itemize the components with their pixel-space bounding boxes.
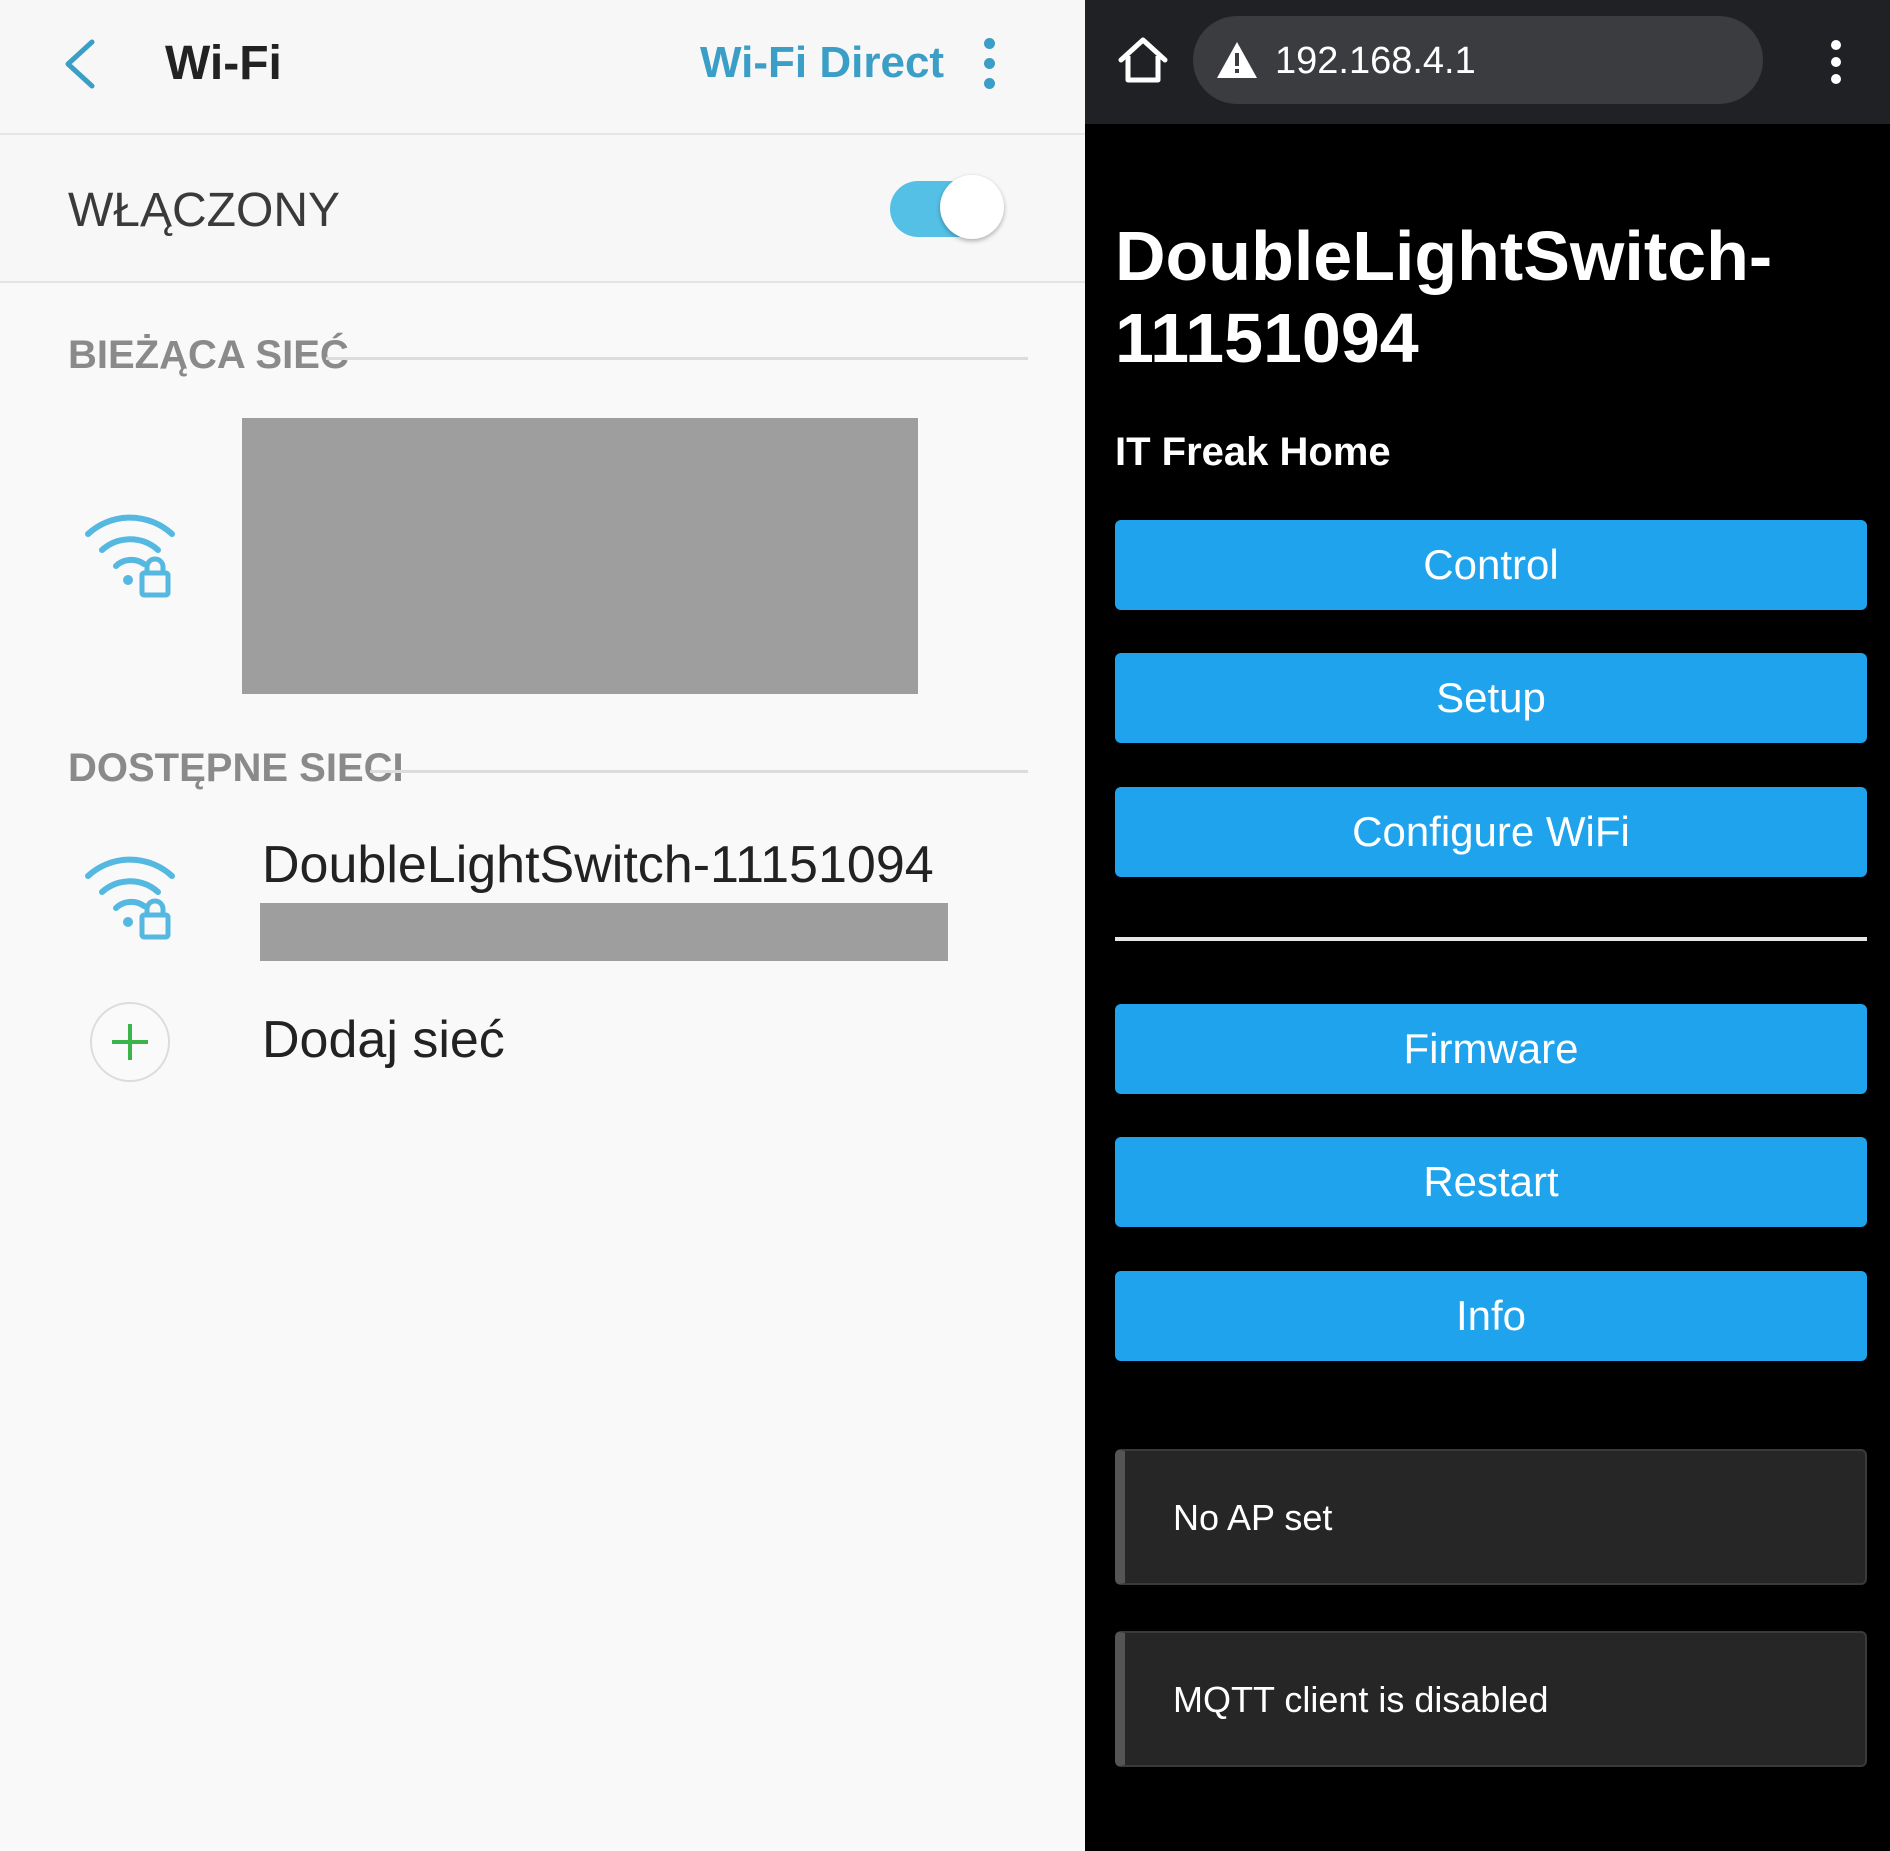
browser-screen: 192.168.4.1 DoubleLightSwitch-11151094 I… xyxy=(1085,0,1890,1851)
address-bar[interactable]: 192.168.4.1 xyxy=(1193,16,1763,104)
section-divider xyxy=(1115,937,1867,941)
plus-icon xyxy=(112,1024,148,1060)
control-button[interactable]: Control xyxy=(1115,520,1867,610)
wifi-lock-icon xyxy=(85,514,175,598)
back-button[interactable] xyxy=(50,28,120,98)
divider xyxy=(370,770,1028,773)
status-message: No AP set xyxy=(1115,1449,1867,1585)
warning-icon xyxy=(1217,42,1257,78)
available-networks-header-text: DOSTĘPNE SIECI xyxy=(68,746,404,790)
wifi-toggle-row[interactable]: WŁĄCZONY xyxy=(0,135,1085,283)
add-network-button[interactable]: Dodaj sieć xyxy=(0,990,1085,1100)
setup-button[interactable]: Setup xyxy=(1115,653,1867,743)
switch-thumb xyxy=(940,175,1004,239)
device-title: DoubleLightSwitch-11151094 xyxy=(1115,217,1773,377)
wifi-toggle-label: WŁĄCZONY xyxy=(68,184,341,237)
browser-toolbar: 192.168.4.1 xyxy=(1085,0,1890,124)
available-networks-header: DOSTĘPNE SIECI xyxy=(68,746,1028,796)
add-network-label: Dodaj sieć xyxy=(262,1011,505,1069)
wifi-lock-icon xyxy=(85,856,175,940)
screenshot: Wi-Fi Wi-Fi Direct WŁĄCZONY BIEŻĄCA SIEĆ xyxy=(0,0,1890,1851)
add-network-circle xyxy=(90,1002,170,1082)
browser-menu-button[interactable] xyxy=(1825,38,1849,88)
configure-wifi-button[interactable]: Configure WiFi xyxy=(1115,787,1867,877)
back-arrow-icon xyxy=(65,39,95,89)
more-options-button[interactable] xyxy=(975,36,1005,92)
home-icon xyxy=(1118,37,1168,83)
firmware-button[interactable]: Firmware xyxy=(1115,1004,1867,1094)
wifi-switch[interactable] xyxy=(890,175,1004,241)
restart-button[interactable]: Restart xyxy=(1115,1137,1867,1227)
home-button[interactable] xyxy=(1115,32,1171,88)
current-network-header: BIEŻĄCA SIEĆ xyxy=(68,333,1028,383)
info-button[interactable]: Info xyxy=(1115,1271,1867,1361)
wifi-direct-button[interactable]: Wi-Fi Direct xyxy=(700,38,944,88)
device-subtitle: IT Freak Home xyxy=(1115,430,1391,474)
redacted-network-status xyxy=(260,903,948,961)
url-text: 192.168.4.1 xyxy=(1275,40,1476,82)
status-message-text: No AP set xyxy=(1173,1497,1333,1538)
status-message-text: MQTT client is disabled xyxy=(1173,1679,1549,1720)
app-bar: Wi-Fi Wi-Fi Direct xyxy=(0,0,1085,135)
page-title: Wi-Fi xyxy=(165,37,282,90)
network-item-name[interactable]: DoubleLightSwitch-11151094 xyxy=(262,835,934,895)
divider xyxy=(326,357,1028,360)
wifi-settings-screen: Wi-Fi Wi-Fi Direct WŁĄCZONY BIEŻĄCA SIEĆ xyxy=(0,0,1085,1851)
redacted-current-network xyxy=(242,418,918,694)
current-network-header-text: BIEŻĄCA SIEĆ xyxy=(68,333,349,377)
status-message: MQTT client is disabled xyxy=(1115,1631,1867,1767)
